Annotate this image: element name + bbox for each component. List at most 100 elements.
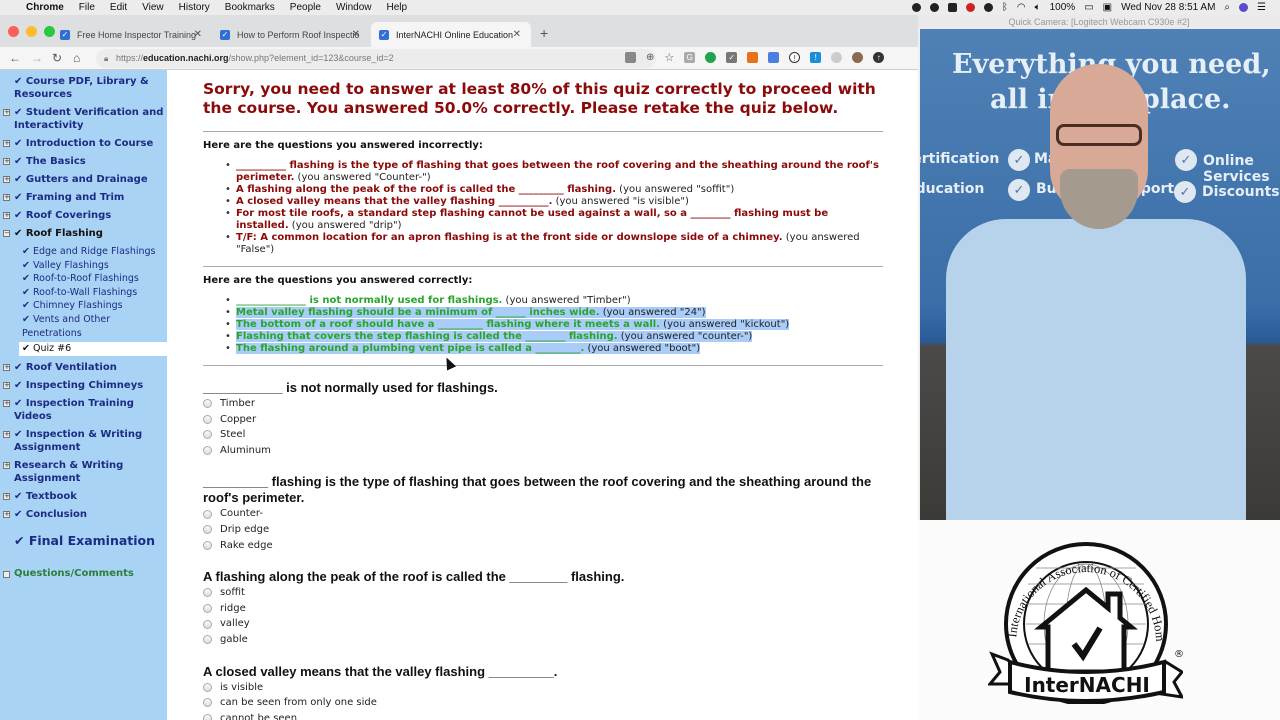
display-icon[interactable]: ▣ (1103, 2, 1112, 13)
expand-icon[interactable]: + (3, 158, 10, 165)
radio-button[interactable] (203, 714, 212, 720)
address-bar[interactable]: 🔒︎ https://education.nachi.org/show.php?… (96, 49, 656, 68)
spotlight-search-icon[interactable]: ⌕ (1224, 2, 1230, 13)
screen-record-icon[interactable] (965, 3, 975, 12)
expand-icon[interactable]: + (3, 363, 10, 371)
sidebar-item-quiz-6[interactable]: ✔ Quiz #6 (19, 342, 167, 356)
expand-icon[interactable]: + (3, 510, 10, 518)
menu-edit[interactable]: Edit (110, 2, 127, 13)
sidebar-subitem[interactable]: ✔ Vents and Other Penetrations (0, 313, 167, 340)
datetime[interactable]: Wed Nov 28 8:51 AM (1121, 2, 1215, 13)
minimize-window-button[interactable] (26, 26, 37, 37)
answer-option[interactable]: gable (203, 632, 883, 648)
answer-option[interactable]: Rake edge (203, 538, 883, 554)
hangouts-extension-icon[interactable] (705, 52, 717, 63)
tab-roof-inspection[interactable]: ✓ How to Perform Roof Inspectio ✕ (212, 22, 370, 47)
answer-option[interactable]: Copper (203, 412, 883, 428)
sidebar-item[interactable]: + ✔ Textbook (0, 490, 167, 503)
menu-app-chrome[interactable]: Chrome (26, 2, 64, 13)
new-tab-button[interactable]: + (540, 25, 548, 41)
forward-arrow-icon[interactable]: → (31, 51, 43, 65)
menu-history[interactable]: History (179, 2, 210, 13)
radio-button[interactable] (203, 509, 212, 519)
answer-option[interactable]: can be seen from only one side (203, 695, 883, 711)
menu-view[interactable]: View (142, 2, 164, 13)
sidebar-item[interactable]: + ✔ Introduction to Course (0, 137, 167, 150)
alert-extension-icon[interactable]: ! (810, 52, 822, 63)
bluetooth-icon[interactable]: ᛒ (1002, 2, 1008, 13)
radio-button[interactable] (203, 540, 212, 550)
expand-icon[interactable]: + (3, 492, 10, 500)
expand-icon[interactable]: + (3, 194, 10, 201)
sidebar-subitem[interactable]: ✔ Valley Flashings (0, 259, 167, 273)
radio-button[interactable] (203, 698, 212, 708)
sidebar-item[interactable]: + ✔ Framing and Trim (0, 191, 167, 204)
expand-icon[interactable]: + (3, 381, 10, 389)
expand-icon[interactable]: + (3, 109, 10, 116)
sidebar-subitem[interactable]: ✔ Chimney Flashings (0, 299, 167, 313)
radio-button[interactable] (203, 604, 212, 614)
translate-extension-icon[interactable] (768, 52, 780, 63)
radio-button[interactable] (203, 525, 212, 535)
close-tab-icon[interactable]: ✕ (513, 29, 521, 40)
sidebar-item[interactable]: + ✔ Inspection & Writing Assignment (0, 428, 167, 454)
answer-option[interactable]: ridge (203, 601, 883, 617)
sidebar-item[interactable]: + ✔ Roof Coverings (0, 209, 167, 222)
close-tab-icon[interactable]: ✕ (194, 29, 202, 40)
menu-people[interactable]: People (290, 2, 321, 13)
profile-avatar[interactable] (852, 52, 864, 63)
bookmark-star-icon[interactable]: ☆ (664, 51, 674, 64)
expand-icon[interactable]: + (3, 176, 10, 183)
chart-extension-icon[interactable] (747, 52, 759, 63)
sidebar-item[interactable]: ✔ Course PDF, Library & Resources (0, 75, 167, 101)
answer-option[interactable]: Steel (203, 427, 883, 443)
radio-button[interactable] (203, 446, 212, 456)
expand-icon[interactable]: + (3, 461, 10, 469)
radio-button[interactable] (203, 635, 212, 645)
menu-file[interactable]: File (79, 2, 95, 13)
grammarly-extension-icon[interactable]: G (684, 52, 696, 63)
clock-icon[interactable] (983, 3, 993, 12)
menu-help[interactable]: Help (387, 2, 408, 13)
sidebar-item[interactable]: + ✔ Roof Ventilation (0, 361, 167, 374)
radio-button[interactable] (203, 430, 212, 440)
expand-icon[interactable]: + (3, 399, 10, 407)
siri-icon[interactable] (1239, 3, 1249, 12)
radio-button[interactable] (203, 682, 212, 692)
sidebar-item[interactable]: + ✔ Student Verification and Interactivit… (0, 106, 167, 132)
answer-option[interactable]: Drip edge (203, 522, 883, 538)
update-icon[interactable]: ↑ (873, 52, 885, 63)
collapse-icon[interactable]: − (3, 230, 10, 237)
sidebar-item-final-examination[interactable]: ✔ Final Examination (0, 533, 167, 548)
close-window-button[interactable] (8, 26, 19, 37)
radio-button[interactable] (203, 399, 212, 409)
disabled-extension-icon[interactable] (831, 52, 843, 63)
answer-option[interactable]: soffit (203, 585, 883, 601)
blocked-popup-icon[interactable] (625, 52, 636, 63)
sidebar-item-questions-comments[interactable]: Questions/Comments (0, 568, 167, 579)
sidebar-item[interactable]: + Research & Writing Assignment (0, 459, 167, 485)
wifi-icon[interactable]: ◠ (1017, 2, 1026, 13)
answer-option[interactable]: is visible (203, 680, 883, 696)
answer-option[interactable]: cannot be seen (203, 711, 883, 720)
reload-icon[interactable]: ↻ (52, 51, 62, 65)
tab-free-home-inspector-training[interactable]: ✓ Free Home Inspector Training ✕ (52, 22, 212, 47)
answer-option[interactable]: Timber (203, 396, 883, 412)
analytics-extension-icon[interactable]: ✓ (726, 52, 738, 63)
answer-option[interactable]: Counter- (203, 506, 883, 522)
close-tab-icon[interactable]: ✕ (352, 29, 360, 40)
answer-option[interactable]: valley (203, 616, 883, 632)
tab-internachi-online-education[interactable]: ✓ InterNACHI Online Education ✕ (371, 22, 531, 47)
expand-icon[interactable]: + (3, 212, 10, 219)
sidebar-subitem[interactable]: ✔ Roof-to-Wall Flashings (0, 286, 167, 300)
sidebar-item[interactable]: + ✔ The Basics (0, 155, 167, 168)
expand-icon[interactable]: + (3, 140, 10, 147)
back-arrow-icon[interactable]: ← (9, 51, 21, 65)
battery-icon[interactable]: ▭ (1084, 2, 1093, 13)
sidebar-item[interactable]: + ✔ Inspection Training Videos (0, 397, 167, 423)
sidebar-item[interactable]: + ✔ Conclusion (0, 508, 167, 521)
webcam-icon[interactable] (947, 3, 957, 12)
home-icon[interactable]: ⌂ (73, 51, 80, 65)
radio-button[interactable] (203, 414, 212, 424)
answer-option[interactable]: Aluminum (203, 443, 883, 459)
